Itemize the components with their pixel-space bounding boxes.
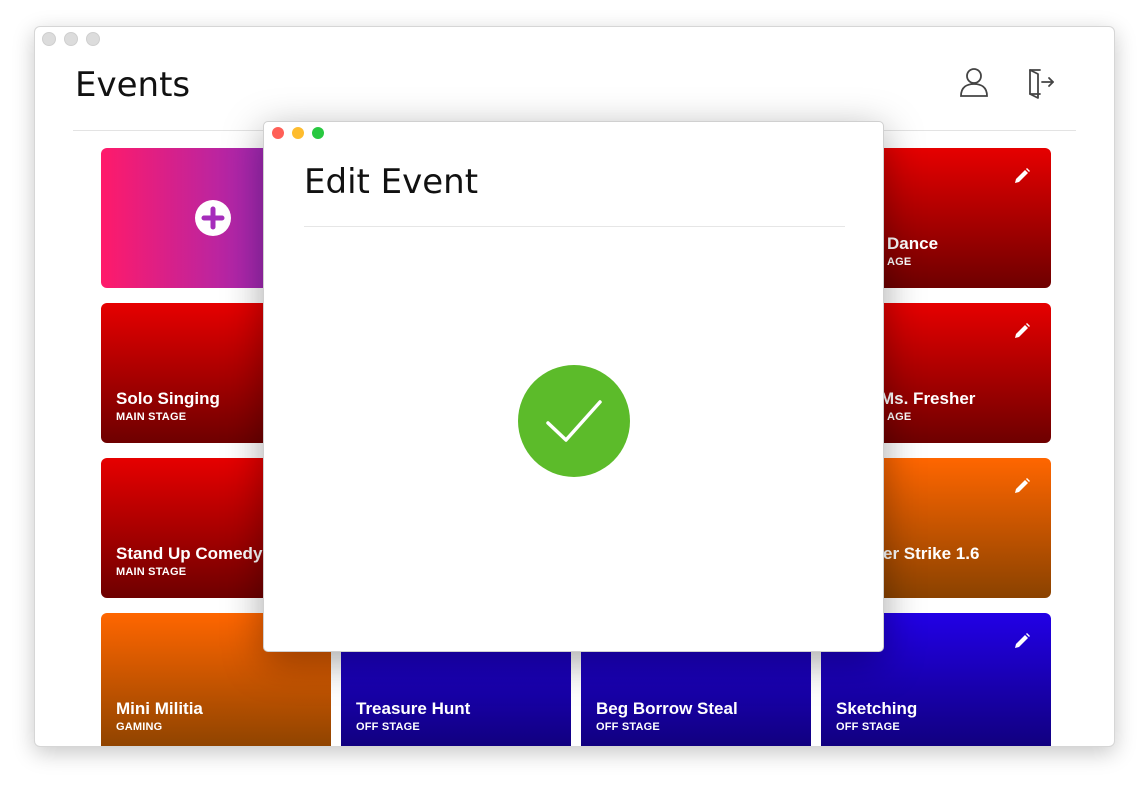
- event-category: MAIN STAGE: [116, 566, 187, 578]
- dialog-divider: [304, 226, 845, 227]
- window-controls[interactable]: [42, 32, 100, 46]
- edit-event-dialog: Edit Event: [263, 121, 884, 652]
- event-name: Mini Militia: [116, 699, 203, 718]
- event-category: OFF STAGE: [836, 721, 900, 733]
- dialog-title: Edit Event: [304, 162, 479, 202]
- add-icon: [195, 200, 231, 236]
- logout-icon[interactable]: [1023, 65, 1057, 99]
- close-button[interactable]: [42, 32, 56, 46]
- edit-icon[interactable]: [1013, 322, 1031, 340]
- dialog-minimize-button[interactable]: [292, 127, 304, 139]
- event-category: GAMING: [116, 721, 163, 733]
- event-name: Ms. Fresher: [880, 389, 976, 408]
- dialog-close-button[interactable]: [272, 127, 284, 139]
- dialog-maximize-button[interactable]: [312, 127, 324, 139]
- dialog-window-controls[interactable]: [272, 127, 324, 139]
- edit-icon[interactable]: [1013, 477, 1031, 495]
- event-name: Sketching: [836, 699, 918, 718]
- event-category: AGE: [887, 411, 912, 423]
- minimize-button[interactable]: [64, 32, 78, 46]
- event-category: OFF STAGE: [596, 721, 660, 733]
- event-name: Dance: [887, 234, 939, 253]
- event-category: AGE: [887, 256, 912, 268]
- event-name: Beg Borrow Steal: [596, 699, 738, 718]
- maximize-button[interactable]: [86, 32, 100, 46]
- event-category: OFF STAGE: [356, 721, 420, 733]
- page-title: Events: [75, 65, 191, 105]
- event-name: Treasure Hunt: [356, 699, 471, 718]
- checkmark-success-icon: [518, 365, 630, 477]
- edit-icon[interactable]: [1013, 632, 1031, 650]
- edit-icon[interactable]: [1013, 167, 1031, 185]
- profile-icon[interactable]: [957, 65, 991, 99]
- event-name: Stand Up Comedy: [116, 544, 263, 563]
- event-category: MAIN STAGE: [116, 411, 187, 423]
- event-name: Solo Singing: [116, 389, 220, 408]
- event-name: er Strike 1.6: [883, 544, 980, 563]
